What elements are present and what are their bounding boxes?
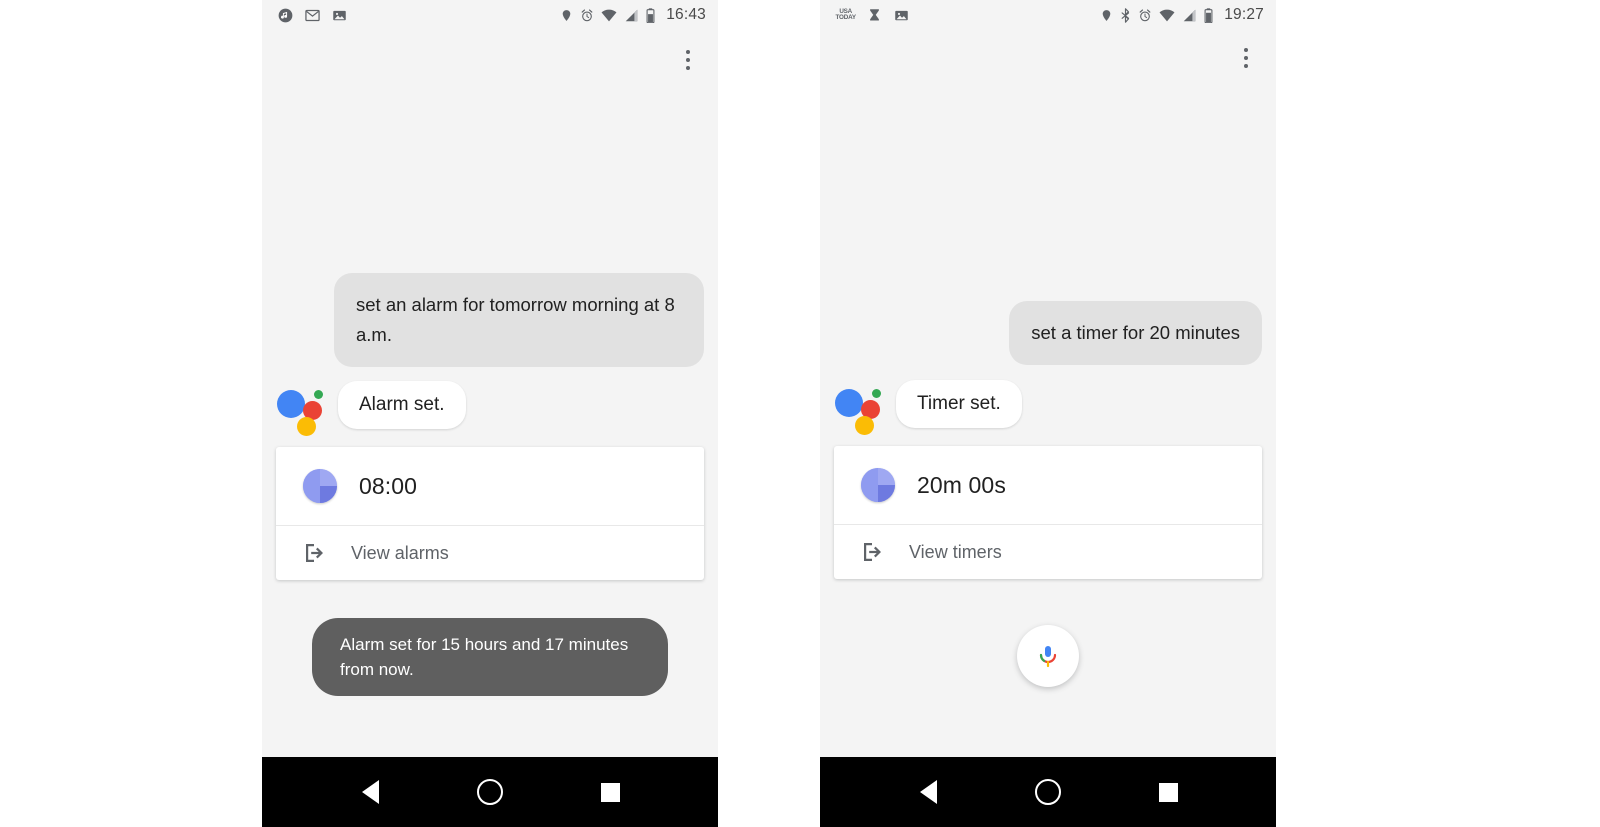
status-bar-system-icons: 19:27 — [1100, 6, 1264, 24]
status-bar-system-icons: 16:43 — [560, 6, 706, 24]
overflow-dot — [1244, 48, 1248, 52]
phone-screenshot-timer: USA TODAY 19:27 set a timer for 20 minut… — [820, 0, 1276, 827]
home-circle-icon — [1035, 779, 1061, 805]
alarm-result-card[interactable]: 08:00 View alarms — [276, 447, 704, 580]
nav-back-button[interactable] — [900, 757, 956, 827]
status-bar-notification-icons: USA TODAY — [836, 8, 1100, 23]
overflow-dot — [686, 58, 690, 62]
google-assistant-logo-icon — [276, 379, 328, 436]
assistant-answer-bubble: Alarm set. — [338, 381, 466, 429]
status-bar-notification-icons — [278, 8, 560, 23]
photo-icon — [332, 8, 347, 23]
wifi-icon — [1159, 9, 1175, 22]
assistant-green-dot — [872, 389, 881, 398]
overflow-dot — [686, 66, 690, 70]
user-query-row: set a timer for 20 minutes — [820, 301, 1276, 365]
timer-duration-value: 20m 00s — [917, 471, 1006, 498]
signal-icon — [624, 9, 639, 22]
view-timers-label: View timers — [909, 541, 1002, 562]
signal-icon — [1182, 9, 1197, 22]
recents-square-icon — [1158, 782, 1178, 802]
battery-icon — [1204, 7, 1213, 23]
view-alarms-action[interactable]: View alarms — [276, 526, 704, 580]
timer-result-card[interactable]: 20m 00s View timers — [834, 446, 1262, 579]
back-triangle-icon — [919, 780, 937, 804]
location-icon — [1100, 8, 1113, 23]
music-note-icon — [278, 8, 293, 23]
hourglass-icon — [867, 8, 882, 23]
assistant-answer-row: Alarm set. — [262, 379, 718, 436]
timer-result-card-wrapper: 20m 00s View timers — [820, 446, 1276, 579]
nav-back-button[interactable] — [342, 757, 398, 827]
gmail-icon — [305, 8, 320, 23]
usa-today-line2: TODAY — [835, 15, 857, 22]
assistant-answer-bubble: Timer set. — [896, 380, 1022, 428]
timer-card-main-row: 20m 00s — [834, 446, 1262, 524]
open-in-app-icon — [303, 541, 329, 565]
nav-recents-button[interactable] — [582, 757, 638, 827]
clock-app-icon — [861, 468, 895, 502]
wifi-icon — [601, 9, 617, 22]
assistant-yellow-dot — [297, 417, 316, 436]
overflow-dot — [1244, 56, 1248, 60]
microphone-icon — [1039, 646, 1057, 668]
overflow-menu-button[interactable] — [1230, 38, 1262, 78]
bluetooth-icon — [1120, 7, 1131, 23]
alarm-icon — [580, 8, 594, 23]
open-in-app-icon — [861, 540, 887, 564]
back-triangle-icon — [361, 780, 379, 804]
google-assistant-logo-icon — [834, 378, 886, 435]
assistant-answer-row: Timer set. — [820, 378, 1276, 435]
microphone-button[interactable] — [1017, 625, 1079, 687]
user-query-bubble: set an alarm for tomorrow morning at 8 a… — [334, 273, 704, 367]
alarm-icon — [1138, 8, 1152, 23]
user-query-bubble: set a timer for 20 minutes — [1009, 301, 1262, 365]
view-alarms-label: View alarms — [351, 542, 449, 563]
assistant-blue-dot — [277, 390, 305, 418]
recents-square-icon — [600, 782, 620, 802]
view-timers-action[interactable]: View timers — [834, 525, 1262, 579]
status-bar: USA TODAY 19:27 — [820, 0, 1276, 30]
system-navigation-bar — [262, 757, 718, 827]
system-navigation-bar — [820, 757, 1276, 827]
usa-today-icon: USA TODAY — [835, 9, 857, 22]
assistant-yellow-dot — [855, 416, 874, 435]
nav-home-button[interactable] — [1020, 757, 1076, 827]
photo-icon — [894, 8, 909, 23]
status-bar: 16:43 — [262, 0, 718, 30]
alarm-result-card-wrapper: 08:00 View alarms — [262, 447, 718, 580]
nav-recents-button[interactable] — [1140, 757, 1196, 827]
home-circle-icon — [477, 779, 503, 805]
status-bar-clock: 19:27 — [1224, 6, 1264, 23]
assistant-green-dot — [314, 390, 323, 399]
nav-home-button[interactable] — [462, 757, 518, 827]
assistant-blue-dot — [835, 389, 863, 417]
status-bar-clock: 16:43 — [666, 6, 706, 23]
alarm-time-value: 08:00 — [359, 472, 418, 499]
overflow-dot — [1244, 64, 1248, 68]
overflow-menu-button[interactable] — [672, 40, 704, 80]
overflow-dot — [686, 50, 690, 54]
battery-icon — [646, 7, 655, 23]
user-query-row: set an alarm for tomorrow morning at 8 a… — [262, 273, 718, 367]
alarm-card-main-row: 08:00 — [276, 447, 704, 525]
toast-message: Alarm set for 15 hours and 17 minutes fr… — [312, 618, 668, 696]
clock-app-icon — [303, 469, 337, 503]
phone-screenshot-alarm: 16:43 set an alarm for tomorrow morning … — [262, 0, 718, 827]
location-icon — [560, 8, 573, 23]
